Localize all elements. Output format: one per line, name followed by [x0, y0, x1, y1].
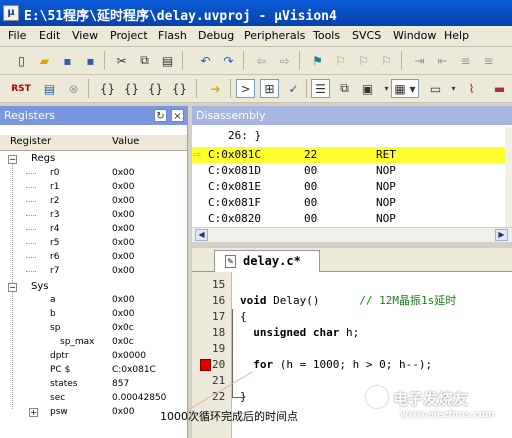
watermark-text: 电子发烧友 — [393, 390, 469, 408]
watermark-url: www.elecfans.com — [400, 410, 495, 420]
annotation-text: 1000次循环完成后的时间点 — [160, 410, 298, 423]
annotation-pointer-line — [187, 371, 253, 411]
watermark-logo — [366, 386, 388, 408]
